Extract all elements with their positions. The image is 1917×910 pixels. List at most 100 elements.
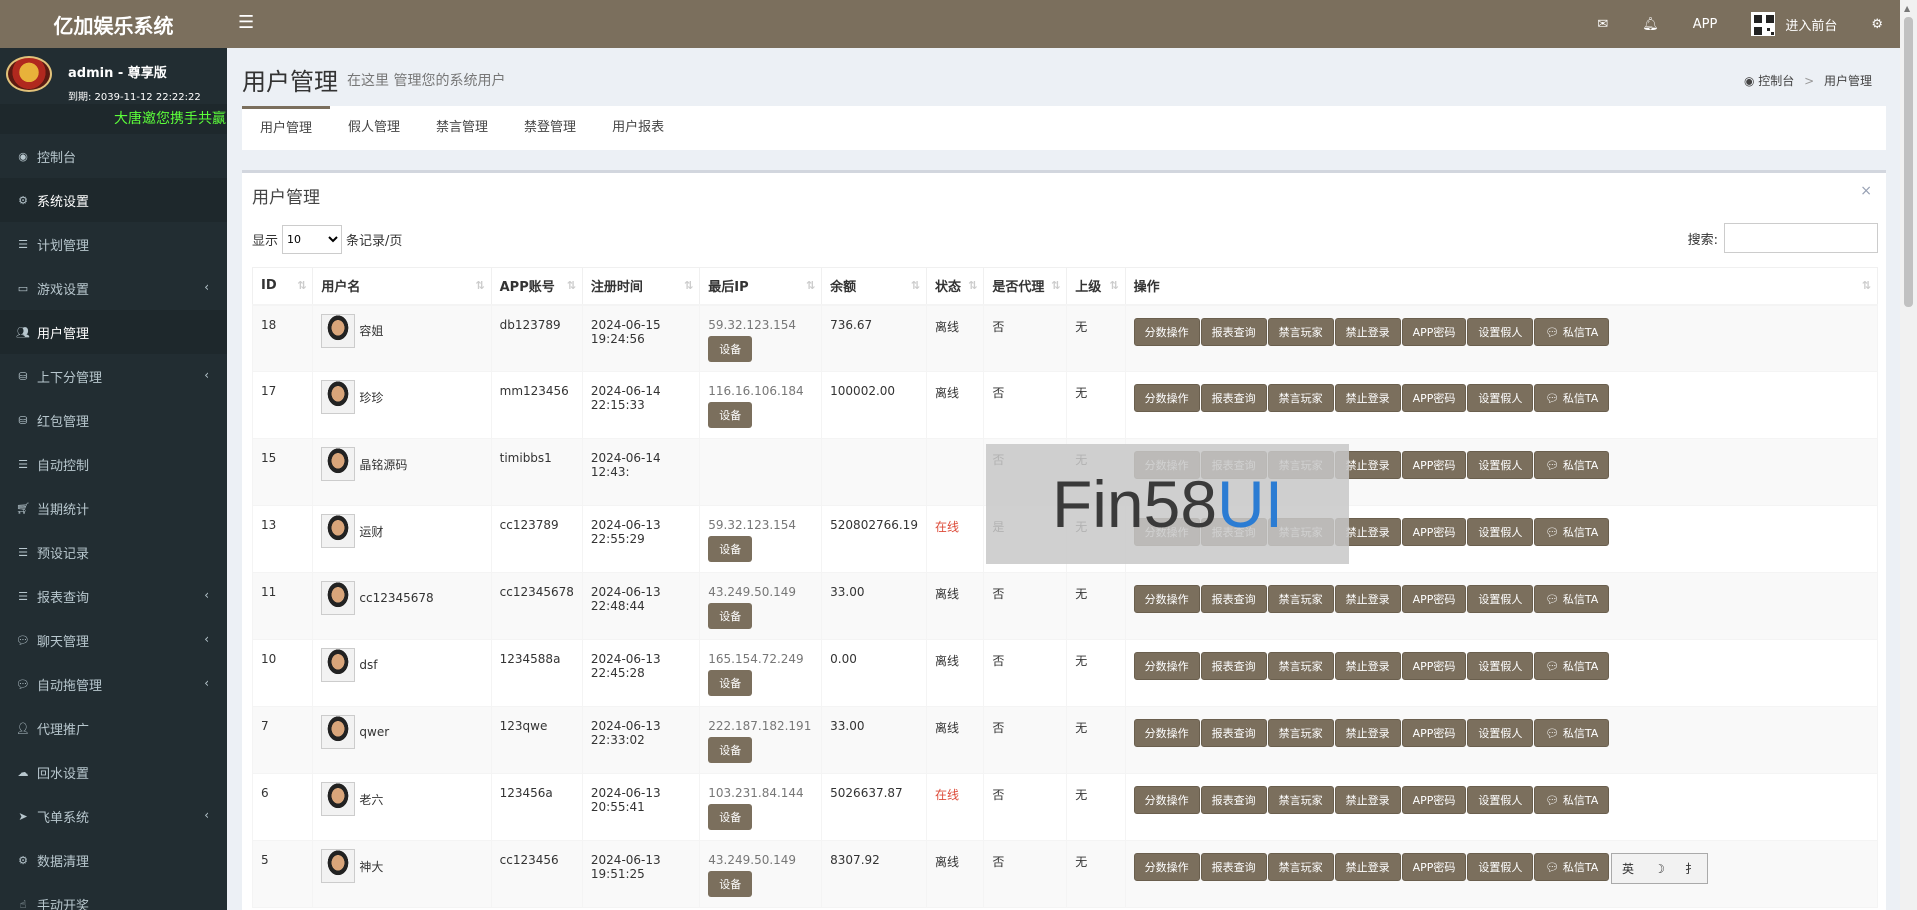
device-button[interactable]: 设备	[708, 804, 753, 830]
breadcrumb-home[interactable]: 控制台	[1758, 74, 1794, 88]
action-button[interactable]: APP密码	[1401, 518, 1467, 546]
action-button[interactable]: 分数操作	[1133, 585, 1200, 613]
close-icon[interactable]: ×	[1860, 183, 1872, 199]
action-button[interactable]: 禁言玩家	[1267, 652, 1334, 680]
search-input[interactable]	[1724, 223, 1878, 253]
column-header[interactable]: 操作 ⇅	[1124, 267, 1879, 306]
sidebar-item[interactable]: ⛁ 红包管理	[0, 398, 227, 442]
column-header[interactable]: ID ⇅	[251, 267, 314, 306]
action-button[interactable]: 设置假人	[1467, 317, 1534, 346]
scroll-thumb[interactable]	[1904, 17, 1913, 307]
sidebar-item[interactable]: ☁ 回水设置	[0, 750, 227, 794]
sidebar-item[interactable]: ☰ 自动控制	[0, 442, 227, 486]
action-button[interactable]: 设置假人	[1467, 585, 1534, 613]
action-button[interactable]: 禁言玩家	[1267, 585, 1334, 613]
action-button[interactable]: 💬︎ 私信TA	[1534, 518, 1610, 546]
scroll-up-arrow-icon[interactable]: ▲	[1904, 4, 1910, 13]
brand-logo[interactable]: 亿加娱乐系统	[0, 0, 227, 48]
sort-icon[interactable]: ⇅	[1051, 279, 1060, 292]
tab[interactable]: 禁言管理	[418, 106, 506, 150]
action-button[interactable]: 设置假人	[1467, 384, 1534, 412]
column-header[interactable]: 上级 ⇅	[1066, 267, 1126, 306]
action-button[interactable]: 💬︎ 私信TA	[1534, 786, 1610, 814]
enter-front-link[interactable]: 进入前台	[1734, 0, 1854, 48]
sidebar-item[interactable]: ☰ 报表查询 ‹	[0, 574, 227, 618]
action-button[interactable]: 报表查询	[1200, 384, 1267, 412]
action-button[interactable]: APP密码	[1401, 317, 1467, 346]
action-button[interactable]: 设置假人	[1467, 652, 1534, 680]
column-header[interactable]: 余额 ⇅	[821, 267, 927, 306]
sidebar-item[interactable]: 💬︎ 聊天管理 ‹	[0, 618, 227, 662]
action-button[interactable]: 💬︎ 私信TA	[1534, 317, 1610, 346]
tab[interactable]: 禁登管理	[506, 106, 594, 150]
sort-icon[interactable]: ⇅	[1109, 279, 1118, 292]
ime-mode-icon[interactable]: ⺘	[1685, 860, 1697, 877]
action-button[interactable]: 禁止登录	[1334, 652, 1401, 680]
sort-icon[interactable]: ⇅	[968, 279, 977, 292]
action-button[interactable]: 分数操作	[1133, 719, 1200, 747]
action-button[interactable]: APP密码	[1401, 719, 1467, 747]
action-button[interactable]: 禁言玩家	[1267, 853, 1334, 881]
action-button[interactable]: APP密码	[1401, 652, 1467, 680]
action-button[interactable]: 分数操作	[1133, 853, 1200, 881]
sidebar-item[interactable]: 💬︎ 自动拖管理 ‹	[0, 662, 227, 706]
action-button[interactable]: 设置假人	[1467, 719, 1534, 747]
action-button[interactable]: 设置假人	[1467, 853, 1534, 881]
column-header[interactable]: 是否代理 ⇅	[983, 267, 1068, 306]
sort-icon[interactable]: ⇅	[684, 279, 693, 292]
action-button[interactable]: 分数操作	[1133, 317, 1200, 346]
device-button[interactable]: 设备	[708, 335, 753, 362]
app-link[interactable]: APP	[1676, 0, 1735, 48]
action-button[interactable]: 设置假人	[1467, 786, 1534, 814]
sort-icon[interactable]: ⇅	[475, 279, 484, 292]
action-button[interactable]: 💬︎ 私信TA	[1534, 652, 1610, 680]
device-button[interactable]: 设备	[708, 670, 753, 696]
action-button[interactable]: 💬︎ 私信TA	[1534, 451, 1610, 479]
action-button[interactable]: 设置假人	[1467, 518, 1534, 546]
action-button[interactable]: APP密码	[1401, 384, 1467, 412]
page-scrollbar[interactable]: ▲	[1900, 0, 1917, 910]
action-button[interactable]: 设置假人	[1467, 451, 1534, 479]
sort-icon[interactable]: ⇅	[806, 279, 815, 292]
sidebar-item[interactable]: ☰ 计划管理	[0, 222, 227, 266]
page-size-select[interactable]: 10	[282, 225, 343, 254]
bars-icon[interactable]: ☰	[238, 12, 254, 33]
sidebar-item[interactable]: ▭ 游戏设置 ‹	[0, 266, 227, 310]
action-button[interactable]: 报表查询	[1200, 317, 1267, 346]
sidebar-item[interactable]: ☝ 手动开奖	[0, 882, 227, 910]
tab[interactable]: 用户报表	[594, 106, 682, 150]
action-button[interactable]: APP密码	[1401, 585, 1467, 613]
tab[interactable]: 用户管理	[242, 106, 331, 150]
envelope-icon[interactable]: ✉	[1580, 0, 1625, 48]
sort-icon[interactable]: ⇅	[297, 279, 306, 292]
action-button[interactable]: 禁止登录	[1334, 317, 1401, 346]
column-header[interactable]: 最后IP ⇅	[699, 267, 823, 306]
sort-icon[interactable]: ⇅	[1862, 279, 1871, 292]
column-header[interactable]: 状态 ⇅	[925, 267, 985, 306]
gears-icon[interactable]: ⚙	[1854, 0, 1900, 48]
action-button[interactable]: 💬︎ 私信TA	[1534, 384, 1610, 412]
sidebar-item[interactable]: ⚙ 系统设置	[0, 178, 227, 222]
action-button[interactable]: 💬︎ 私信TA	[1534, 719, 1610, 747]
action-button[interactable]: 禁止登录	[1334, 853, 1401, 881]
device-button[interactable]: 设备	[708, 737, 753, 763]
sidebar-item[interactable]: ◉ 控制台	[0, 134, 227, 178]
action-button[interactable]: 报表查询	[1200, 719, 1267, 747]
action-button[interactable]: 报表查询	[1200, 786, 1267, 814]
sidebar-item[interactable]: 👤︎ 代理推广	[0, 706, 227, 750]
sort-icon[interactable]: ⇅	[567, 279, 576, 292]
action-button[interactable]: 分数操作	[1133, 652, 1200, 680]
action-button[interactable]: 禁言玩家	[1267, 384, 1334, 412]
action-button[interactable]: 禁言玩家	[1267, 317, 1334, 346]
action-button[interactable]: 💬︎ 私信TA	[1534, 585, 1610, 613]
action-button[interactable]: 禁言玩家	[1267, 786, 1334, 814]
action-button[interactable]: 禁言玩家	[1267, 719, 1334, 747]
sidebar-item[interactable]: ➤ 飞单系统 ‹	[0, 794, 227, 838]
action-button[interactable]: 报表查询	[1200, 853, 1267, 881]
sidebar-item[interactable]: ☰ 预设记录	[0, 530, 227, 574]
sidebar-item[interactable]: 👥︎ 用户管理	[0, 310, 227, 354]
action-button[interactable]: 分数操作	[1133, 786, 1200, 814]
tab[interactable]: 假人管理	[330, 106, 418, 150]
action-button[interactable]: 报表查询	[1200, 585, 1267, 613]
sort-icon[interactable]: ⇅	[911, 279, 920, 292]
